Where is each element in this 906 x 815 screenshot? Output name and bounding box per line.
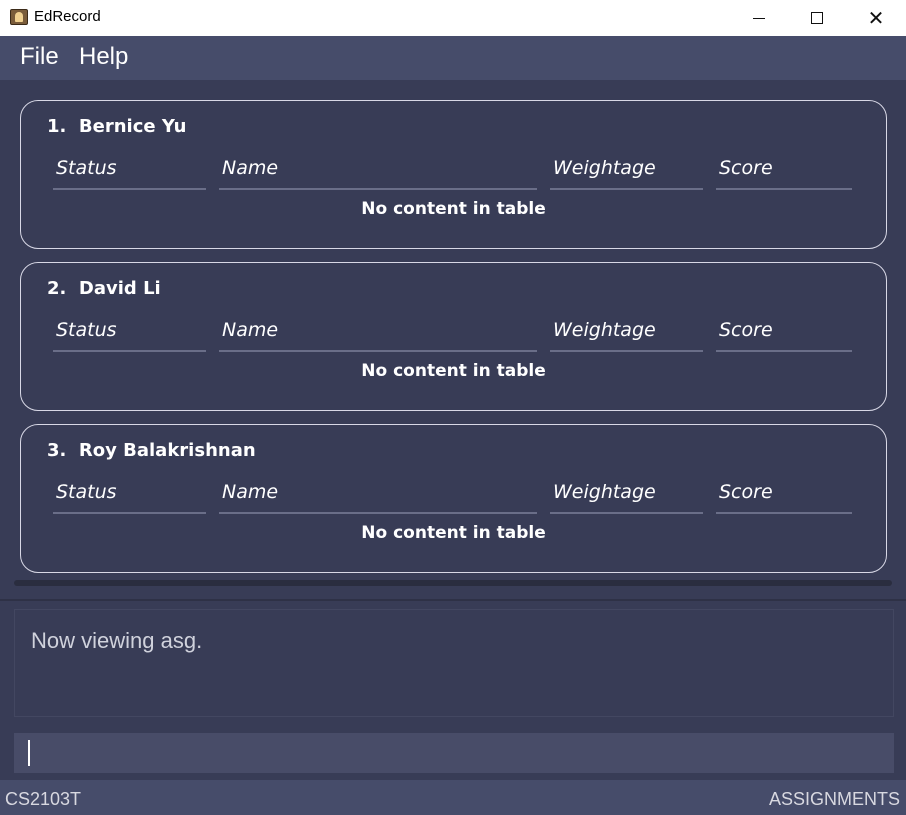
status-module: CS2103T (5, 789, 82, 809)
student-index: 2. (47, 278, 67, 299)
result-message: Now viewing asg. (31, 628, 203, 653)
column-header-name[interactable]: Name (219, 319, 537, 352)
student-index: 1. (47, 116, 67, 137)
menu-bar: File Help (0, 36, 906, 80)
empty-table-message: No content in table (361, 361, 546, 381)
student-card[interactable]: 1. Bernice Yu Status Name Weightage Scor… (20, 100, 887, 249)
minimize-icon (753, 17, 765, 19)
minimize-button[interactable] (736, 0, 782, 36)
title-bar: EdRecord ✕ (0, 0, 906, 36)
column-header-name[interactable]: Name (219, 157, 537, 190)
student-card[interactable]: 2. David Li Status Name Weightage Score … (20, 262, 887, 411)
command-input[interactable] (14, 733, 894, 773)
result-box: Now viewing asg. (14, 609, 894, 717)
column-header-score[interactable]: Score (716, 481, 852, 514)
maximize-icon (811, 12, 823, 24)
column-header-score[interactable]: Score (716, 319, 852, 352)
column-header-status[interactable]: Status (53, 319, 206, 352)
student-card-title: 2. David Li (47, 278, 161, 299)
horizontal-scrollbar[interactable] (14, 580, 892, 586)
student-name: Roy Balakrishnan (78, 440, 256, 461)
column-header-weightage[interactable]: Weightage (550, 319, 703, 352)
status-bar: CS2103T ASSIGNMENTS (0, 780, 906, 815)
column-header-score[interactable]: Score (716, 157, 852, 190)
maximize-button[interactable] (794, 0, 840, 36)
empty-table-message: No content in table (361, 523, 546, 543)
student-index: 3. (47, 440, 67, 461)
column-header-name[interactable]: Name (219, 481, 537, 514)
contact-book-icon (10, 9, 28, 25)
menu-file[interactable]: File (20, 43, 59, 71)
column-header-weightage[interactable]: Weightage (550, 157, 703, 190)
text-caret (28, 740, 30, 766)
student-card-title: 3. Roy Balakrishnan (47, 440, 256, 461)
close-button[interactable]: ✕ (853, 0, 899, 36)
student-card[interactable]: 3. Roy Balakrishnan Status Name Weightag… (20, 424, 887, 573)
result-display-panel: Now viewing asg. (0, 601, 906, 725)
status-view: ASSIGNMENTS (768, 789, 900, 809)
student-card-title: 1. Bernice Yu (47, 116, 186, 137)
student-name: Bernice Yu (78, 116, 187, 137)
column-header-weightage[interactable]: Weightage (550, 481, 703, 514)
command-box-panel (0, 725, 906, 780)
window-title: EdRecord (34, 8, 101, 25)
menu-help[interactable]: Help (79, 43, 128, 71)
student-name: David Li (78, 278, 161, 299)
column-header-status[interactable]: Status (53, 157, 206, 190)
column-header-status[interactable]: Status (53, 481, 206, 514)
student-list-panel[interactable]: 1. Bernice Yu Status Name Weightage Scor… (0, 80, 906, 599)
empty-table-message: No content in table (361, 199, 546, 219)
close-icon: ✕ (867, 6, 885, 30)
